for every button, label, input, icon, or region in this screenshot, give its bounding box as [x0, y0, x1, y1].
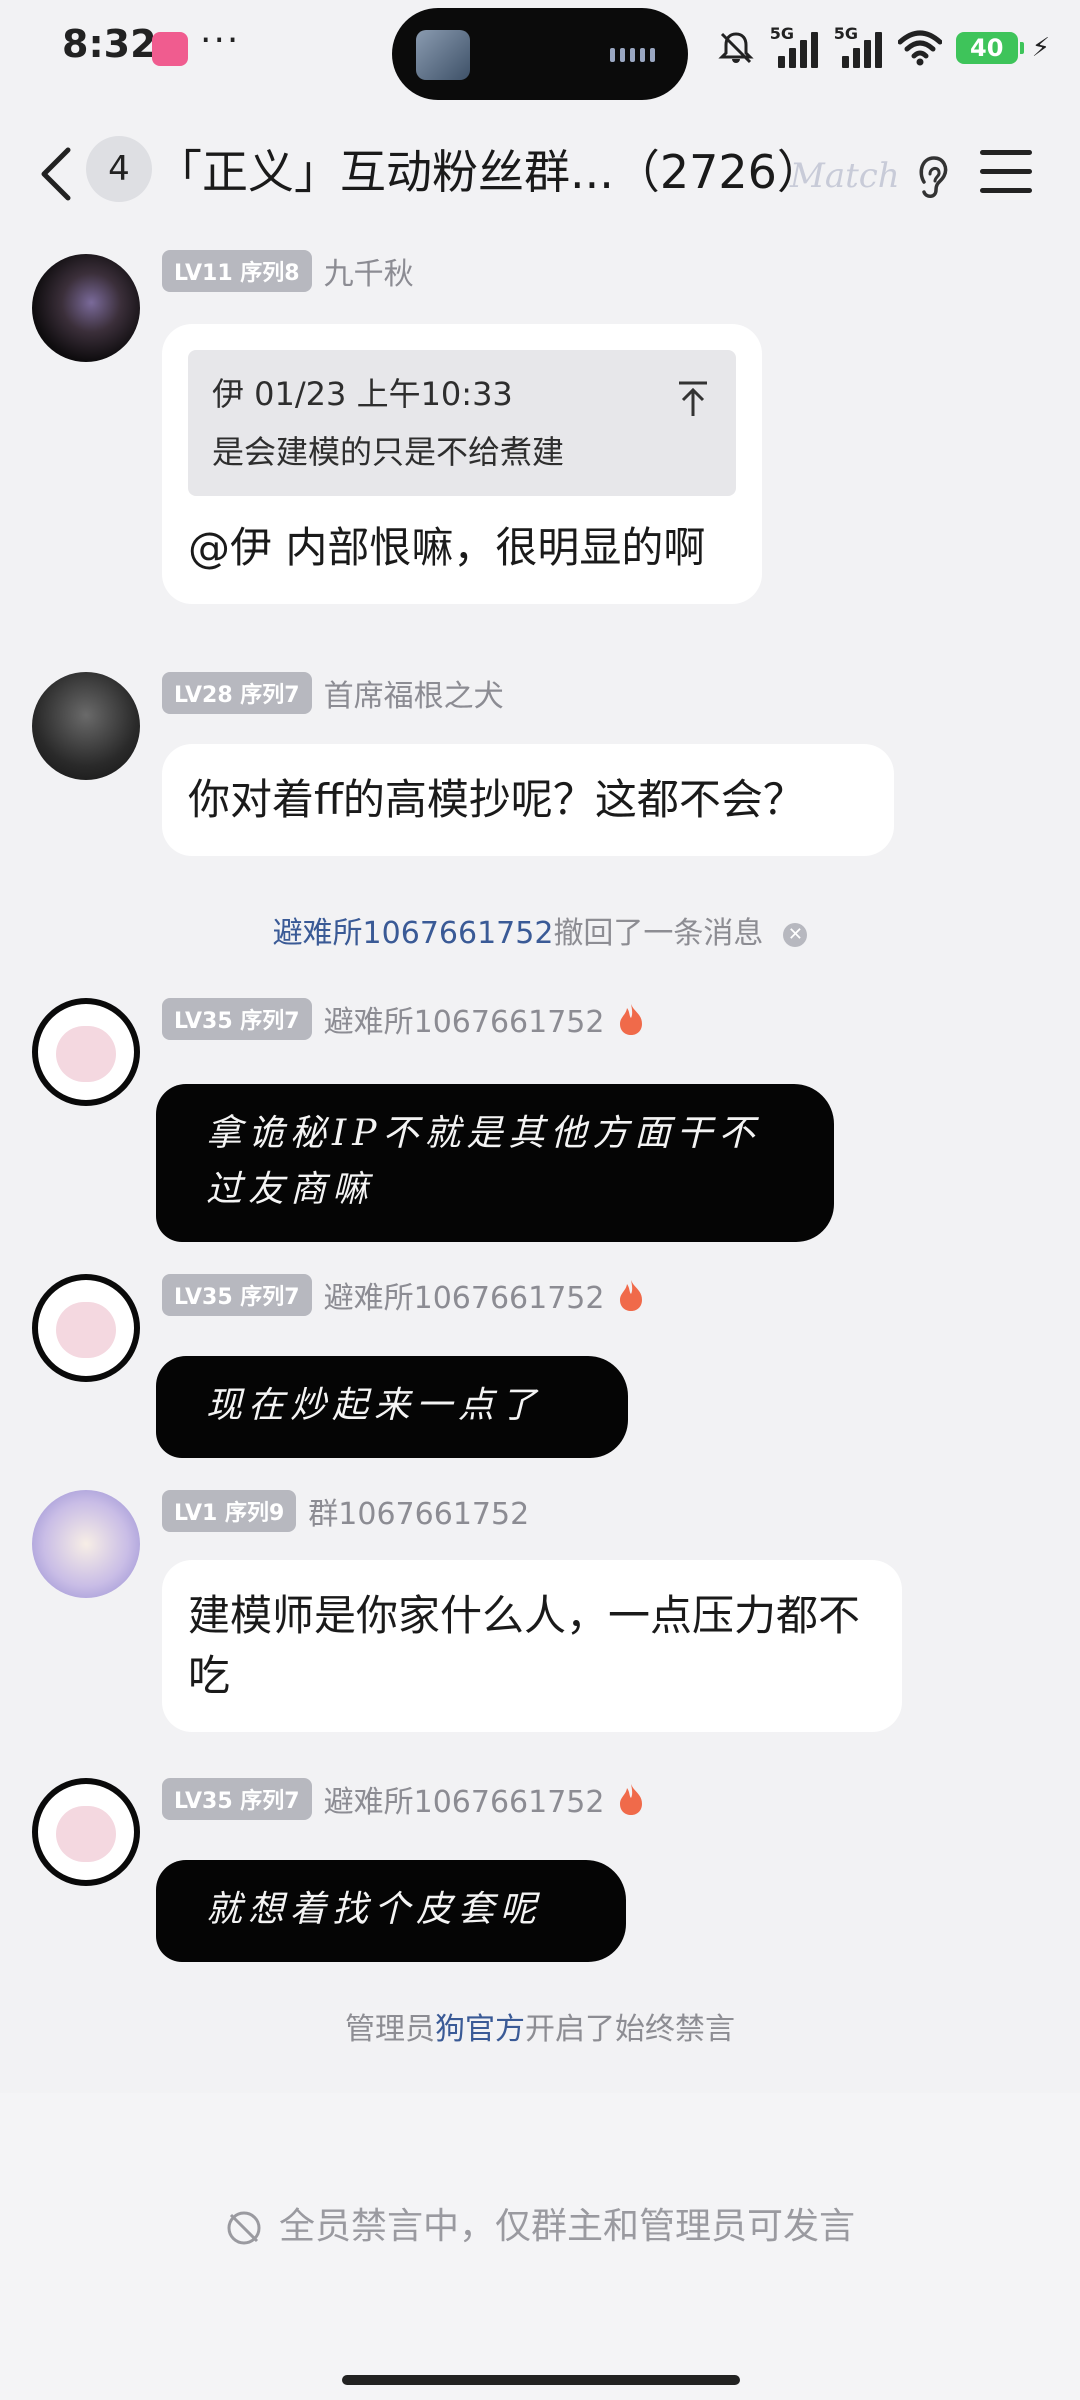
level-badge: LV11 序列8 — [162, 250, 312, 292]
dynamic-island[interactable] — [392, 8, 688, 100]
battery-icon: 40 — [955, 32, 1024, 64]
recall-text: 撤回了一条消息 — [553, 916, 764, 951]
ban-prefix: 管理员 — [345, 2012, 435, 2047]
message-text: 现在炒起来一点了 — [206, 1385, 543, 1426]
message-text: 就想着找个皮套呢 — [206, 1889, 543, 1930]
unread-count-badge[interactable]: 4 — [86, 136, 152, 202]
level-badge: LV35 序列7 — [162, 998, 312, 1040]
message-text: 你对着ff的高模抄呢？这都不会？ — [188, 775, 805, 824]
signal-5g-icon: 5G — [770, 24, 820, 68]
match-logo[interactable]: Match — [790, 156, 900, 196]
level-badge: LV1 序列9 — [162, 1490, 297, 1532]
wifi-icon — [897, 30, 942, 66]
status-time: 8:32 — [62, 22, 157, 66]
sender-name[interactable]: 避难所1067661752 — [324, 997, 605, 1041]
mute-icon — [227, 2211, 261, 2245]
avatar[interactable] — [32, 998, 140, 1106]
sticker-bubble[interactable]: 就想着找个皮套呢 — [156, 1860, 626, 1962]
message-bubble[interactable]: 伊 01/23 上午10:33 是会建模的只是不给煮建 @伊 内部恨嘛，很明显的… — [162, 324, 762, 604]
recall-user-link[interactable]: 避难所1067661752 — [273, 916, 554, 951]
mute-bell-icon — [718, 32, 754, 64]
mute-notice: 全员禁言中，仅群主和管理员可发言 — [0, 2197, 1080, 2249]
app-notification-icon — [152, 32, 188, 66]
avatar[interactable] — [32, 1778, 140, 1886]
media-thumbnail-icon — [416, 30, 470, 80]
admin-link[interactable]: 狗官方 — [435, 2012, 525, 2047]
input-area-muted: 全员禁言中，仅群主和管理员可发言 — [0, 2093, 1080, 2400]
sender-name[interactable]: 九千秋 — [324, 249, 414, 293]
sender-name[interactable]: 避难所1067661752 — [324, 1273, 605, 1317]
battery-level: 40 — [970, 34, 1004, 62]
avatar[interactable] — [32, 1274, 140, 1382]
message-text: @伊 内部恨嘛，很明显的啊 — [188, 523, 706, 572]
network-label-2: 5G — [833, 24, 858, 43]
close-icon[interactable]: ✕ — [783, 922, 808, 947]
avatar[interactable] — [32, 254, 140, 362]
quoted-message[interactable]: 伊 01/23 上午10:33 是会建模的只是不给煮建 — [188, 350, 736, 496]
avatar[interactable] — [32, 1490, 140, 1598]
pin-top-icon[interactable] — [676, 380, 710, 418]
group-title[interactable]: 「正义」互动粉丝群...（2726） — [156, 136, 823, 202]
flame-icon — [620, 1280, 643, 1311]
status-bar: 8:32 ··· 5G 5G 40 ⚡ — [0, 0, 1080, 110]
system-notice-recall: 避难所1067661752撤回了一条消息 ✕ — [0, 908, 1080, 952]
menu-icon[interactable] — [980, 150, 1032, 194]
more-notifications-icon: ··· — [200, 20, 241, 61]
network-label-1: 5G — [769, 24, 794, 43]
back-icon[interactable] — [36, 144, 76, 204]
mute-notice-text: 全员禁言中，仅群主和管理员可发言 — [278, 2206, 855, 2247]
flame-icon — [620, 1004, 643, 1035]
charging-icon: ⚡ — [1031, 33, 1050, 63]
sender-name[interactable]: 首席福根之犬 — [324, 671, 504, 715]
sticker-bubble[interactable]: 现在炒起来一点了 — [156, 1356, 628, 1458]
sticker-bubble[interactable]: 拿诡秘IP不就是其他方面干不过友商嘛 — [156, 1084, 834, 1242]
message-text: 拿诡秘IP不就是其他方面干不过友商嘛 — [206, 1113, 761, 1210]
signal-5g-icon-2: 5G — [834, 24, 884, 68]
sender-name[interactable]: 避难所1067661752 — [324, 1777, 605, 1821]
home-indicator[interactable] — [342, 2375, 740, 2385]
level-badge: LV28 序列7 — [162, 672, 312, 714]
sender-name[interactable]: 群1067661752 — [308, 1489, 529, 1533]
avatar[interactable] — [32, 672, 140, 780]
audio-wave-icon — [610, 48, 658, 62]
message-text: 建模师是你家什么人，一点压力都不吃 — [188, 1591, 861, 1700]
level-badge: LV35 序列7 — [162, 1778, 312, 1820]
message-bubble[interactable]: 建模师是你家什么人，一点压力都不吃 — [162, 1560, 902, 1732]
message-bubble[interactable]: 你对着ff的高模抄呢？这都不会？ — [162, 744, 894, 856]
quote-header: 伊 01/23 上午10:33 — [212, 375, 513, 413]
quote-text: 是会建模的只是不给煮建 — [212, 433, 565, 471]
system-notice-ban: 管理员狗官方开启了始终禁言 — [0, 2004, 1080, 2048]
ear-icon[interactable] — [912, 152, 952, 202]
flame-icon — [620, 1784, 643, 1815]
level-badge: LV35 序列7 — [162, 1274, 312, 1316]
ban-suffix: 开启了始终禁言 — [525, 2012, 735, 2047]
chat-header: 4 「正义」互动粉丝群...（2726） Match — [0, 110, 1080, 238]
